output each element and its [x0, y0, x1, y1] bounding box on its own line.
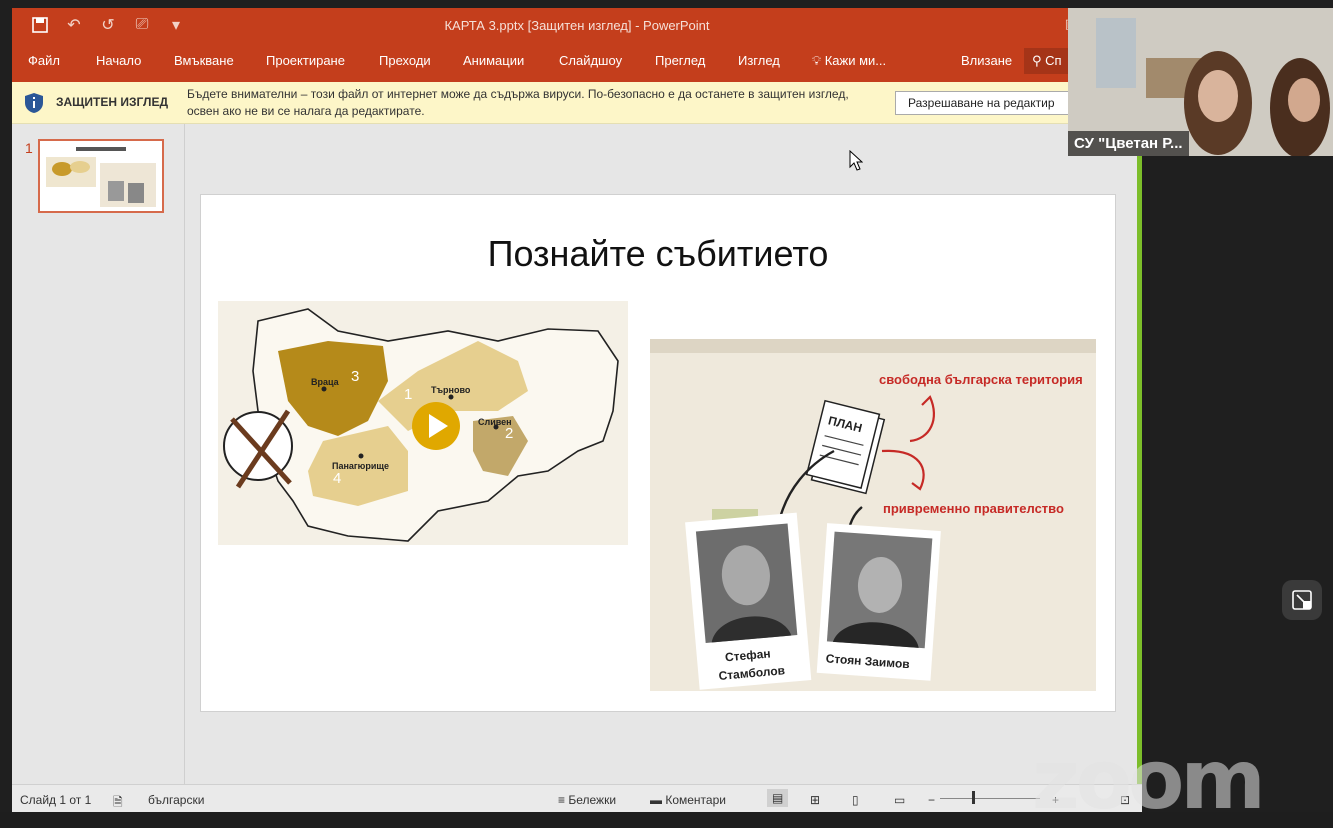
map-number-1: 1 [404, 386, 412, 403]
slide-counter: Слайд 1 от 1 [20, 793, 92, 807]
screen: ↶ ↺ ⎚ ▾ КАРТА 3.pptx [Защитен изглед] - … [0, 0, 1333, 822]
tab-slideshow[interactable]: Слайдшоу [559, 53, 622, 68]
zoom-watermark-logo: zoom [1032, 733, 1266, 828]
person-icon: ⚲ [1032, 53, 1046, 68]
slide-canvas[interactable]: Познайте събитието Враца Търново Сливен … [200, 194, 1116, 712]
tab-design[interactable]: Проектиране [266, 53, 345, 68]
comment-icon: ▬ [650, 793, 666, 807]
slide-sorter-icon[interactable]: ⊞ [810, 793, 820, 807]
comments-button[interactable]: ▬ Коментари [650, 793, 726, 807]
tab-review[interactable]: Преглед [655, 53, 705, 68]
sign-in-link[interactable]: Влизане [961, 53, 1012, 68]
document-title: КАРТА 3.pptx [Защитен изглед] - PowerPoi… [444, 18, 710, 33]
participant-name: СУ "Цветан Р... [1068, 131, 1189, 156]
label-free-territory: свободна българска територия [879, 372, 1083, 387]
zoom-slider[interactable] [940, 798, 1040, 799]
shrink-icon [1292, 590, 1312, 610]
tab-transitions[interactable]: Преходи [379, 53, 431, 68]
tab-animations[interactable]: Анимации [463, 53, 524, 68]
protected-view-bar: ЗАЩИТЕН ИЗГЛЕД Бъдете внимателни – този … [12, 82, 1142, 124]
powerpoint-window: ↶ ↺ ⎚ ▾ КАРТА 3.pptx [Защитен изглед] - … [12, 8, 1142, 812]
window-edge [1137, 124, 1142, 784]
notes-icon: ≡ [558, 793, 569, 807]
map-label-tarnovo: Търново [431, 385, 471, 395]
protected-view-title: ЗАЩИТЕН ИЗГЛЕД [56, 95, 168, 109]
tab-insert[interactable]: Вмъкване [174, 53, 234, 68]
thumbnail-number: 1 [25, 140, 33, 156]
video-thumbnail[interactable]: СУ "Цветан Р... [1068, 8, 1333, 156]
language-indicator[interactable]: български [148, 793, 204, 807]
tell-me-search[interactable]: 💡︎ Кажи ми... [812, 53, 886, 69]
normal-view-icon[interactable]: ▤ [767, 789, 789, 807]
status-bar: Слайд 1 от 1 🗎︎ български ≡ Бележки ▬ Ко… [12, 784, 1142, 812]
zoom-slider-thumb[interactable] [972, 791, 975, 804]
ribbon-tabs: Файл Начало Вмъкване Проектиране Преходи… [12, 44, 1142, 82]
slide-editing-area: Познайте събитието Враца Търново Сливен … [186, 124, 1142, 784]
map-number-4: 4 [333, 470, 341, 487]
share-button[interactable]: ⚲ Сп [1024, 48, 1070, 74]
tab-view[interactable]: Изглед [738, 53, 780, 68]
map-label-vratsa: Враца [311, 377, 340, 387]
exit-fullscreen-button[interactable] [1282, 580, 1322, 620]
protected-view-message: Бъдете внимателни – този файл от интерне… [187, 87, 849, 118]
shield-icon [25, 93, 43, 113]
zoom-out-icon[interactable]: − [928, 793, 935, 807]
title-bar: ↶ ↺ ⎚ ▾ КАРТА 3.pptx [Защитен изглед] - … [12, 8, 1142, 44]
conspirators-photo-image[interactable]: свободна българска територия привременно… [650, 339, 1096, 691]
slideshow-view-icon[interactable]: ▭ [894, 793, 905, 807]
reading-view-icon[interactable]: ▯ [852, 793, 859, 807]
map-number-2: 2 [505, 425, 513, 442]
enable-editing-button[interactable]: Разрешаване на редактир [895, 91, 1095, 115]
label-provisional-government: привременно правителство [883, 501, 1064, 516]
tab-file[interactable]: Файл [28, 53, 60, 68]
lightbulb-icon: 💡︎ [812, 53, 825, 68]
slide-title[interactable]: Познайте събитието [201, 233, 1115, 275]
slide-thumbnail[interactable] [38, 139, 164, 213]
tab-home[interactable]: Начало [96, 53, 141, 68]
mouse-cursor-icon [849, 150, 863, 171]
slide-thumbnail-pane: 1 [12, 124, 185, 784]
bulgaria-map-image[interactable]: Враца Търново Сливен Панагюрище 1 2 3 4 [218, 301, 628, 545]
spellcheck-icon[interactable]: 🗎︎ [113, 793, 123, 812]
map-number-3: 3 [351, 368, 359, 385]
notes-button[interactable]: ≡ Бележки [558, 793, 616, 807]
